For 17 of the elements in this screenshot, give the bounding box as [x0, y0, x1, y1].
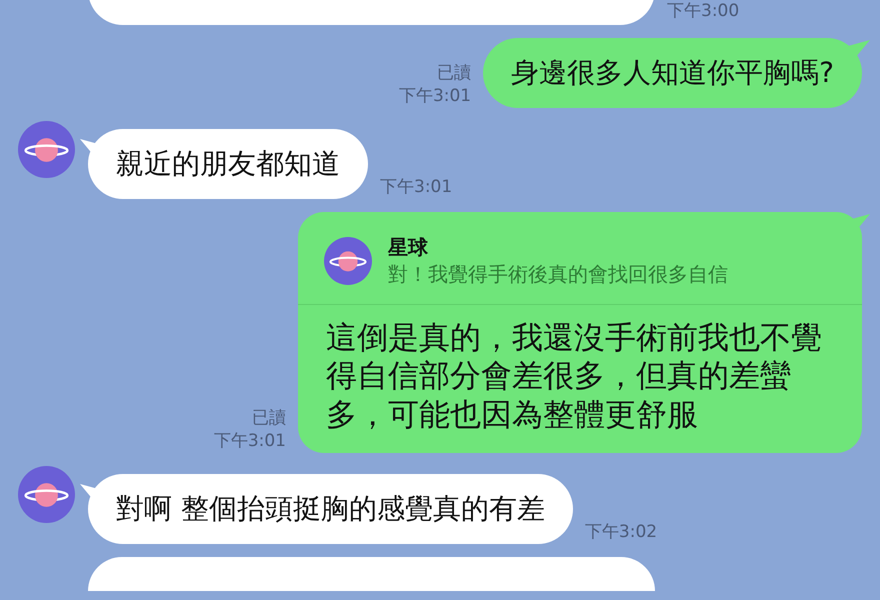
timestamp: 下午3:01 — [380, 176, 452, 199]
quoted-sender: 星球 — [388, 234, 429, 261]
message-text: 這倒是真的，我還沒手術前我也不覺得自信部分會差很多，但真的差蠻多，可能也因為整體更舒服 — [325, 318, 823, 436]
timestamp: 下午3:01 — [214, 430, 286, 453]
message-bubble: 身邊很多人知道你平胸嗎? — [483, 38, 862, 108]
timestamp: 下午3:02 — [584, 520, 658, 544]
planet-avatar-icon[interactable] — [324, 236, 372, 285]
planet-avatar-icon[interactable] — [18, 466, 75, 523]
read-receipt: 已讀 — [252, 406, 286, 430]
message-bubble: 對啊 整個抬頭挺胸的感覺真的有差 — [88, 474, 573, 544]
quoted-message: 對！我覺得手術後真的會找回很多自信 — [388, 260, 728, 288]
timestamp: 下午3:01 — [398, 84, 472, 108]
planet-avatar-icon[interactable] — [18, 120, 75, 178]
bubble-tail — [848, 40, 870, 58]
read-receipt: 已讀 — [437, 62, 472, 85]
message-bubble: 親近的朋友都知道 — [88, 128, 368, 199]
timestamp: 下午3:00 — [667, 0, 740, 23]
